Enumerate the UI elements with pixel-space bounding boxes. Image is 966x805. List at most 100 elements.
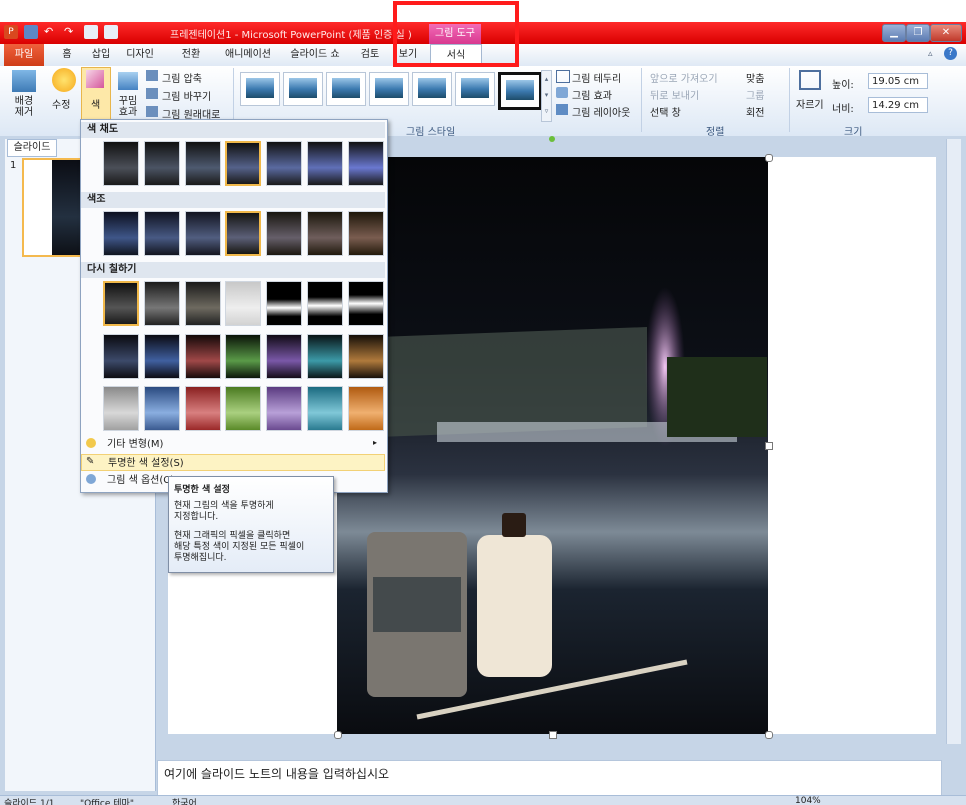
recolor-swatch[interactable] bbox=[225, 281, 261, 326]
recolor-swatch-selected[interactable] bbox=[103, 281, 139, 326]
recolor-swatch[interactable] bbox=[185, 334, 221, 379]
saturation-swatch[interactable] bbox=[144, 141, 180, 186]
recolor-swatch[interactable] bbox=[266, 334, 302, 379]
tab-design[interactable]: 디자인 bbox=[120, 44, 160, 66]
tab-home[interactable]: 홈 bbox=[56, 44, 78, 66]
selection-pane-button[interactable]: 선택 창 bbox=[650, 104, 681, 119]
saturation-swatch[interactable] bbox=[307, 141, 343, 186]
redo-icon[interactable]: ↷ bbox=[64, 25, 78, 39]
tone-swatch[interactable] bbox=[185, 211, 221, 256]
recolor-swatch[interactable] bbox=[307, 334, 343, 379]
picture-effects-button[interactable]: 그림 효과 bbox=[572, 87, 612, 102]
corrections-icon[interactable] bbox=[52, 68, 76, 92]
tone-swatch[interactable] bbox=[144, 211, 180, 256]
group-button[interactable]: 그룹 bbox=[746, 87, 764, 102]
saturation-swatch[interactable] bbox=[348, 141, 384, 186]
recolor-swatch[interactable] bbox=[266, 386, 302, 431]
resize-handle[interactable] bbox=[334, 731, 342, 739]
rotate-handle[interactable] bbox=[549, 136, 555, 142]
remove-background-icon[interactable] bbox=[12, 70, 36, 92]
close-icon[interactable]: ✕ bbox=[930, 24, 962, 42]
picture-effects-icon bbox=[556, 87, 568, 98]
resize-handle[interactable] bbox=[549, 731, 557, 739]
remove-background-label[interactable]: 배경 제거 bbox=[12, 96, 36, 118]
artistic-effects-label[interactable]: 꾸밈 효과 bbox=[114, 96, 142, 118]
more-variations-item[interactable]: 기타 변형(M) bbox=[81, 436, 385, 453]
picture-style-7[interactable] bbox=[498, 72, 542, 110]
compress-pictures-button[interactable]: 그림 압축 bbox=[162, 70, 202, 85]
recolor-swatch[interactable] bbox=[185, 281, 221, 326]
slideshow-qat-icon[interactable] bbox=[84, 25, 98, 39]
tooltip-title: 투명한 색 설정 bbox=[174, 485, 230, 495]
recolor-swatch[interactable] bbox=[103, 386, 139, 431]
height-input[interactable]: 19.05 cm bbox=[868, 73, 928, 89]
artistic-effects-icon[interactable] bbox=[118, 72, 138, 90]
help-icon[interactable]: ? bbox=[944, 47, 957, 60]
recolor-swatch[interactable] bbox=[144, 334, 180, 379]
tone-swatch[interactable] bbox=[307, 211, 343, 256]
set-transparent-color-item[interactable]: 투명한 색 설정(S) bbox=[81, 454, 385, 471]
ribbon-collapse-icon[interactable]: ▵ bbox=[928, 49, 933, 59]
picture-style-2[interactable] bbox=[283, 72, 323, 106]
slides-pane-tab[interactable]: 슬라이드 bbox=[7, 139, 57, 157]
recolor-swatch[interactable] bbox=[307, 386, 343, 431]
change-picture-button[interactable]: 그림 바꾸기 bbox=[162, 88, 211, 103]
tab-transitions[interactable]: 전환 bbox=[176, 44, 206, 66]
recolor-swatch[interactable] bbox=[144, 386, 180, 431]
tab-slideshow[interactable]: 슬라이드 쇼 bbox=[286, 44, 344, 66]
picture-layout-button[interactable]: 그림 레이아웃 bbox=[572, 104, 630, 119]
recolor-swatch[interactable] bbox=[225, 386, 261, 431]
recolor-swatch[interactable] bbox=[348, 334, 384, 379]
vertical-scrollbar[interactable] bbox=[946, 139, 961, 744]
recolor-swatch[interactable] bbox=[103, 334, 139, 379]
annotation-highlight-box bbox=[393, 1, 519, 67]
selected-picture[interactable] bbox=[337, 157, 768, 734]
resize-handle[interactable] bbox=[765, 154, 773, 162]
undo-icon[interactable]: ↶ bbox=[44, 25, 58, 39]
rotate-button[interactable]: 회전 bbox=[746, 104, 764, 119]
tone-swatch[interactable] bbox=[103, 211, 139, 256]
ribbon-divider bbox=[641, 68, 642, 132]
tab-animations[interactable]: 애니메이션 bbox=[218, 44, 278, 66]
width-input[interactable]: 14.29 cm bbox=[868, 97, 928, 113]
recolor-swatch[interactable] bbox=[185, 386, 221, 431]
saturation-swatch[interactable] bbox=[185, 141, 221, 186]
picture-border-button[interactable]: 그림 테두리 bbox=[572, 70, 621, 85]
style-gallery-scroll[interactable]: ▴ ▾ ▿ bbox=[541, 70, 552, 122]
tone-swatch[interactable] bbox=[348, 211, 384, 256]
save-icon[interactable] bbox=[24, 25, 38, 39]
powerpoint-app-icon[interactable]: P bbox=[4, 25, 18, 39]
send-backward-button[interactable]: 뒤로 보내기 bbox=[650, 87, 699, 102]
resize-handle[interactable] bbox=[765, 731, 773, 739]
tab-insert[interactable]: 삽입 bbox=[86, 44, 116, 66]
picture-style-1[interactable] bbox=[240, 72, 280, 106]
tone-swatch-selected[interactable] bbox=[225, 211, 261, 256]
picture-style-6[interactable] bbox=[455, 72, 495, 106]
resize-handle[interactable] bbox=[765, 442, 773, 450]
saturation-swatch-selected[interactable] bbox=[225, 141, 261, 186]
tab-review[interactable]: 검토 bbox=[356, 44, 384, 66]
tab-file[interactable]: 파일 bbox=[4, 44, 44, 66]
picture-style-5[interactable] bbox=[412, 72, 452, 106]
print-qat-icon[interactable] bbox=[104, 25, 118, 39]
pen-icon: ✎ bbox=[86, 456, 95, 467]
minimize-icon[interactable]: ▁ bbox=[882, 24, 906, 42]
bring-forward-button[interactable]: 앞으로 가져오기 bbox=[650, 70, 718, 85]
saturation-swatch[interactable] bbox=[103, 141, 139, 186]
align-button[interactable]: 맞춤 bbox=[746, 70, 764, 85]
tone-swatch[interactable] bbox=[266, 211, 302, 256]
recolor-swatch[interactable] bbox=[225, 334, 261, 379]
corrections-label[interactable]: 수정 bbox=[52, 96, 70, 111]
recolor-swatch[interactable] bbox=[144, 281, 180, 326]
crop-icon[interactable] bbox=[799, 70, 821, 90]
crop-label[interactable]: 자르기 bbox=[796, 96, 824, 111]
restore-icon[interactable]: ❐ bbox=[906, 24, 930, 42]
recolor-swatch[interactable] bbox=[348, 386, 384, 431]
notes-pane[interactable]: 여기에 슬라이드 노트의 내용을 입력하십시오 bbox=[157, 760, 942, 796]
picture-style-4[interactable] bbox=[369, 72, 409, 106]
recolor-swatch[interactable] bbox=[348, 281, 384, 326]
saturation-swatch[interactable] bbox=[266, 141, 302, 186]
recolor-swatch[interactable] bbox=[307, 281, 343, 326]
recolor-swatch[interactable] bbox=[266, 281, 302, 326]
picture-style-3[interactable] bbox=[326, 72, 366, 106]
